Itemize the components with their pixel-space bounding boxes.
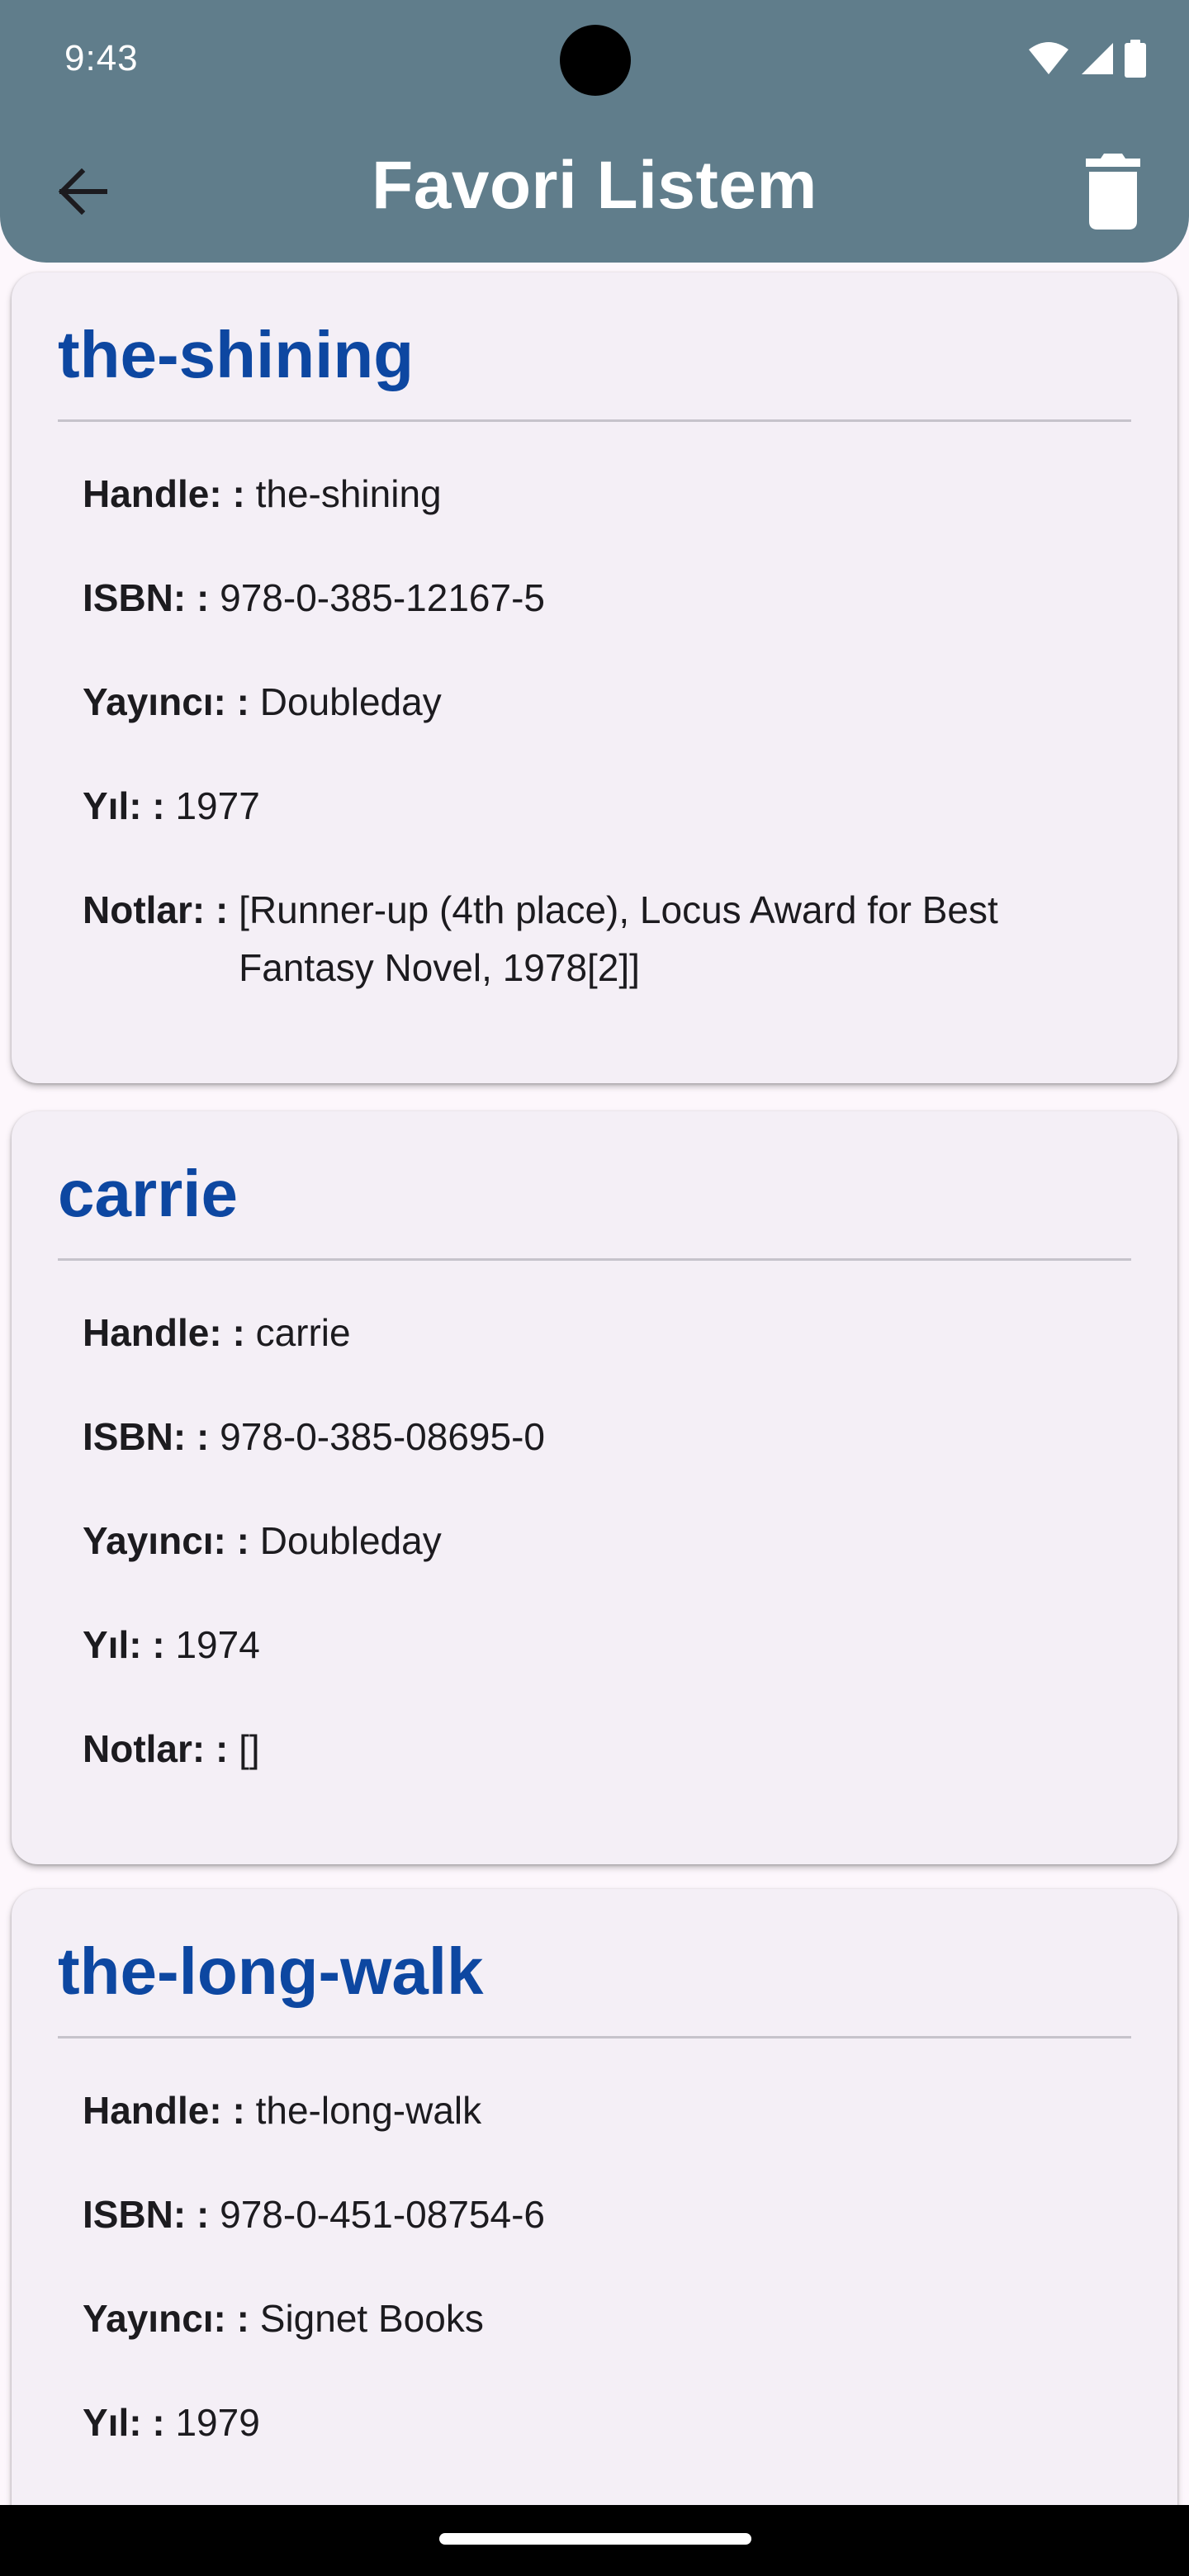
publisher-row: Yayıncı: : Doubleday [58,673,1131,731]
publisher-row: Yayıncı: : Signet Books [58,2290,1131,2347]
isbn-value: 978-0-385-08695-0 [220,1415,545,1458]
notes-label: Notlar: [83,888,206,931]
signal-icon [1080,41,1115,76]
isbn-row: ISBN: : 978-0-385-08695-0 [58,1408,1131,1466]
year-value: 1979 [175,2401,260,2444]
handle-value: the-shining [255,472,442,515]
book-title: the-long-walk [58,1934,484,2008]
notes-value: [] [239,1727,260,1770]
publisher-label: Yayıncı: [83,1519,226,1562]
isbn-label: ISBN: [83,1415,187,1458]
battery-icon [1125,40,1146,78]
status-time: 9:43 [64,38,139,78]
arrow-back-icon [57,168,108,219]
isbn-value: 978-0-451-08754-6 [220,2193,545,2236]
app-bar: 9:43 Favori Listem [0,0,1189,263]
year-row: Yıl: : 1979 [58,2394,1131,2451]
handle-label: Handle: [83,2089,222,2132]
year-label: Yıl: [83,2401,142,2444]
handle-label: Handle: [83,1311,222,1354]
publisher-value: Doubleday [259,1519,442,1562]
handle-row: Handle: : carrie [58,1304,1131,1361]
back-button[interactable] [46,157,119,230]
publisher-row: Yayıncı: : Doubleday [58,1512,1131,1570]
handle-row: Handle: : the-shining [58,465,1131,523]
page-title: Favori Listem [372,148,817,223]
publisher-value: Doubleday [259,680,442,723]
book-card[interactable]: the-long-walk Handle: : the-long-walk IS… [12,1889,1177,2576]
divider [58,1258,1131,1261]
wifi-icon [1027,41,1070,76]
notes-row: Notlar: : [] [58,1720,1131,1778]
year-value: 1974 [175,1623,260,1666]
system-nav-bar [0,2505,1189,2576]
notes-label: Notlar: [83,1727,206,1770]
divider [58,2036,1131,2039]
delete-all-button[interactable] [1070,150,1156,236]
favorites-screen: 9:43 Favori Listem the-shining Handle::… [0,0,1189,2576]
book-title: carrie [58,1157,238,1230]
isbn-row: ISBN: : 978-0-385-12167-5 [58,569,1131,627]
book-card[interactable]: carrie Handle: : carrie ISBN: : 978-0-38… [12,1111,1177,1864]
handle-value: the-long-walk [255,2089,482,2132]
year-label: Yıl: [83,784,142,827]
trash-icon [1084,153,1142,234]
camera-cutout [560,25,631,96]
notes-value: [Runner-up (4th place), Locus Award for … [239,888,998,989]
year-row: Yıl: : 1977 [58,777,1131,835]
isbn-label: ISBN: [83,576,187,619]
handle-value: carrie [255,1311,351,1354]
divider [58,419,1131,422]
isbn-value: 978-0-385-12167-5 [220,576,545,619]
book-card[interactable]: the-shining Handle: : the-shining ISBN: … [12,272,1177,1083]
year-label: Yıl: [83,1623,142,1666]
handle-label: Handle: [83,472,222,515]
notes-row: Notlar: : [Runner-up (4th place), Locus … [58,881,1131,997]
status-icons [1027,38,1146,79]
year-value: 1977 [175,784,260,827]
publisher-label: Yayıncı: [83,2297,226,2340]
book-title: the-shining [58,318,414,391]
home-gesture-handle[interactable] [439,2533,751,2545]
year-row: Yıl: : 1974 [58,1616,1131,1674]
isbn-label: ISBN: [83,2193,187,2236]
isbn-row: ISBN: : 978-0-451-08754-6 [58,2185,1131,2243]
publisher-label: Yayıncı: [83,680,226,723]
handle-row: Handle: : the-long-walk [58,2081,1131,2139]
publisher-value: Signet Books [259,2297,484,2340]
